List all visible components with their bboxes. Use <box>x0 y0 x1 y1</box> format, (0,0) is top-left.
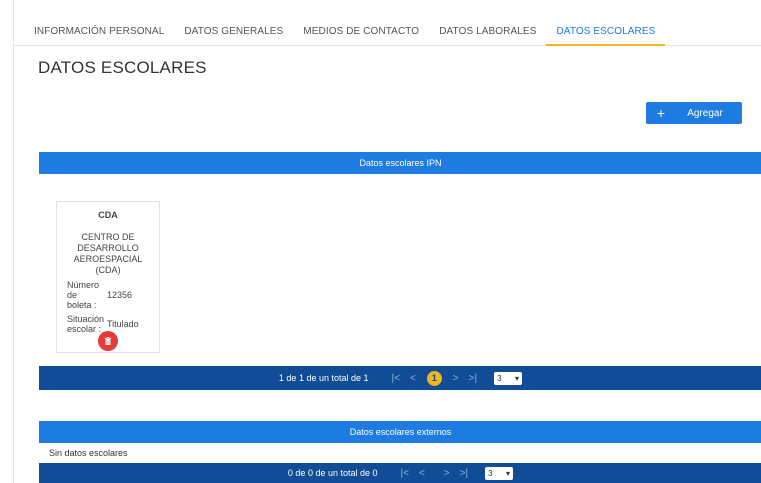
tab-datos-escolares[interactable]: DATOS ESCOLARES <box>546 18 666 46</box>
prev-page-icon[interactable]: < <box>410 373 416 384</box>
boleta-label: Número de boleta : <box>67 280 100 310</box>
chevron-down-icon: ▾ <box>506 468 511 478</box>
tab-bar: INFORMACIÓN PERSONAL DATOS GENERALES MED… <box>14 18 761 46</box>
plus-icon: + <box>656 105 666 121</box>
next-page-icon[interactable]: > <box>444 468 450 479</box>
page-size-select[interactable]: 3 ▾ <box>485 466 514 480</box>
external-section-header: Datos escolares externos <box>39 421 761 443</box>
page-number-button[interactable]: 1 <box>426 370 442 386</box>
next-page-icon[interactable]: > <box>453 373 459 384</box>
page-size-select[interactable]: 3 ▾ <box>494 371 523 385</box>
prev-page-icon[interactable]: < <box>419 468 425 479</box>
last-page-icon[interactable]: >| <box>460 468 468 479</box>
delete-button[interactable] <box>98 331 118 351</box>
boleta-row: Número de boleta : 12356 <box>57 280 159 310</box>
last-page-icon[interactable]: >| <box>469 373 477 384</box>
chevron-down-icon: ▾ <box>515 373 520 383</box>
situacion-value: Titulado <box>107 319 139 329</box>
boleta-value: 12356 <box>107 290 133 300</box>
external-pagination: 0 de 0 de un total de 0 |< < > >| 3 ▾ <box>39 463 761 483</box>
school-card: CDA CENTRO DE DESARROLLO AEROESPACIAL (C… <box>56 201 160 353</box>
pagination-summary: 0 de 0 de un total de 0 <box>287 468 378 478</box>
page-size-value: 3 <box>488 468 493 478</box>
tab-informacion-personal[interactable]: INFORMACIÓN PERSONAL <box>14 18 174 45</box>
tab-datos-generales[interactable]: DATOS GENERALES <box>174 18 293 45</box>
school-full-name: CENTRO DE DESARROLLO AEROESPACIAL (CDA) <box>73 232 143 275</box>
pagination-summary: 1 de 1 de un total de 1 <box>278 373 369 383</box>
add-button-label: Agregar <box>687 107 723 119</box>
school-abbr: CDA <box>98 210 118 220</box>
page-size-value: 3 <box>497 373 502 383</box>
trash-icon <box>104 337 112 345</box>
first-page-icon[interactable]: |< <box>401 468 409 479</box>
empty-message: Sin datos escolares <box>39 443 761 463</box>
ipn-section-header: Datos escolares IPN <box>39 152 761 174</box>
tab-datos-laborales[interactable]: DATOS LABORALES <box>429 18 546 45</box>
situacion-label: Situación escolar : <box>67 314 105 334</box>
page: INFORMACIÓN PERSONAL DATOS GENERALES MED… <box>13 0 761 483</box>
page-title: DATOS ESCOLARES <box>38 58 207 77</box>
ipn-pagination: 1 de 1 de un total de 1 |< < 1 > >| 3 ▾ <box>39 366 761 390</box>
tab-medios-de-contacto[interactable]: MEDIOS DE CONTACTO <box>293 18 429 45</box>
add-button[interactable]: + Agregar <box>646 102 742 124</box>
first-page-icon[interactable]: |< <box>392 373 400 384</box>
